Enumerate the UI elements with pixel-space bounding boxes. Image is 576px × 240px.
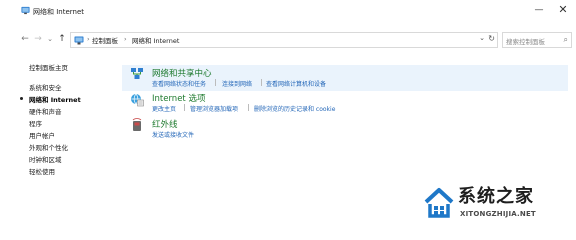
- minimize-button[interactable]: —: [528, 1, 550, 19]
- sidebar-item-ease-of-access[interactable]: 轻松使用: [29, 166, 55, 176]
- view-network-status-link[interactable]: 查看网络状态和任务: [152, 79, 206, 88]
- delete-history-link[interactable]: 删除浏览的历史记录和 cookie: [254, 104, 335, 113]
- change-homepage-link[interactable]: 更改主页: [152, 104, 176, 113]
- sidebar-item-programs[interactable]: 程序: [29, 118, 42, 128]
- link-divider: [184, 104, 185, 111]
- search-input[interactable]: 搜索控制面板 ⌕: [502, 32, 572, 48]
- watermark: 系统之家 XITONGZHIJIA.NET: [410, 180, 576, 230]
- close-button[interactable]: ✕: [552, 1, 574, 19]
- title-bar: 网络和 Internet — ✕: [0, 0, 576, 24]
- chevron-down-icon[interactable]: ⌄: [479, 34, 485, 42]
- control-panel-icon: [21, 6, 30, 15]
- search-icon[interactable]: ⌕: [564, 35, 568, 45]
- refresh-icon[interactable]: ↻: [488, 34, 495, 43]
- network-sharing-center-title[interactable]: 网络和共享中心: [152, 67, 212, 79]
- network-sharing-icon[interactable]: [130, 67, 144, 81]
- internet-options-title[interactable]: Internet 选项: [152, 92, 205, 104]
- navigation-bar: ← → ⌄ ↑ › 控制面板 › 网络和 Internet ⌄ ↻ 搜索控制面板…: [0, 30, 576, 50]
- sidebar-item-clock-region[interactable]: 时钟和区域: [29, 154, 62, 164]
- link-divider: [261, 79, 262, 86]
- link-divider: [248, 104, 249, 111]
- connect-to-network-link[interactable]: 连接到网络: [222, 79, 252, 88]
- infrared-title[interactable]: 红外线: [152, 118, 178, 130]
- sidebar-item-user-accounts[interactable]: 用户帐户: [29, 130, 55, 140]
- up-button[interactable]: ↑: [57, 33, 67, 45]
- recent-locations-button[interactable]: ⌄: [46, 33, 54, 45]
- sidebar-item-hardware-sound[interactable]: 硬件和声音: [29, 106, 62, 116]
- breadcrumb-separator: ›: [124, 35, 127, 43]
- breadcrumb-separator: ›: [87, 35, 90, 43]
- send-receive-files-link[interactable]: 发送或接收文件: [152, 130, 194, 139]
- window-title: 网络和 Internet: [33, 8, 85, 16]
- breadcrumb-network-internet[interactable]: 网络和 Internet: [132, 35, 179, 45]
- watermark-domain: XITONGZHIJIA.NET: [460, 210, 536, 218]
- sidebar-item-network-internet[interactable]: 网络和 Internet: [29, 94, 81, 104]
- control-panel-icon: [74, 36, 84, 45]
- manage-addons-link[interactable]: 管理浏览器加载项: [190, 104, 238, 113]
- breadcrumb-control-panel[interactable]: 控制面板: [92, 35, 118, 45]
- sidebar-item-system-security[interactable]: 系统和安全: [29, 82, 62, 92]
- current-page-bullet: [20, 97, 23, 100]
- sidebar-item-control-panel-home[interactable]: 控制面板主页: [29, 62, 68, 72]
- search-placeholder: 搜索控制面板: [506, 38, 545, 46]
- forward-button[interactable]: →: [33, 33, 43, 45]
- infrared-icon[interactable]: [130, 118, 144, 132]
- back-button[interactable]: ←: [20, 33, 30, 45]
- address-bar[interactable]: › 控制面板 › 网络和 Internet ⌄ ↻: [70, 32, 498, 48]
- view-network-computers-link[interactable]: 查看网络计算机和设备: [266, 79, 326, 88]
- sidebar-item-appearance[interactable]: 外观和个性化: [29, 142, 68, 152]
- watermark-chinese: 系统之家: [458, 186, 534, 207]
- house-logo-icon: [424, 188, 454, 218]
- internet-options-icon[interactable]: [130, 93, 144, 107]
- link-divider: [215, 79, 216, 86]
